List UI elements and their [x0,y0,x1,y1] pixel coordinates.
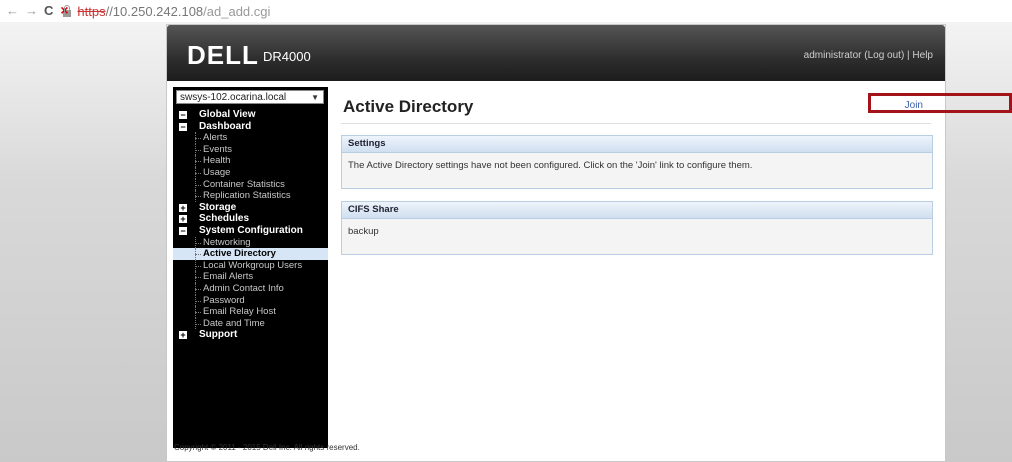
nav-active-directory[interactable]: Active Directory [173,248,328,260]
app-window: DELL DR4000 administrator (Log out) | He… [166,24,946,462]
dell-logo: DELL [187,40,259,70]
nav-tree: − Global View − Dashboard Alerts Events He… [173,109,328,341]
expand-icon[interactable]: + [179,215,187,224]
cifs-share-value: backup [348,226,379,237]
join-highlight-box [868,93,1012,113]
title-divider [341,123,931,124]
settings-panel-title: Settings [342,136,932,153]
system-select[interactable]: swsys-102.ocarina.local ▼ [176,90,324,104]
cifs-share-panel: CIFS Share backup [341,201,933,255]
nav-system-configuration[interactable]: − System Configuration [173,225,328,237]
nav-health[interactable]: Health [173,155,328,167]
reload-icon[interactable]: C [44,0,53,22]
copyright-footer: Copyright © 2011 - 2015 Dell Inc. All ri… [174,443,360,452]
nav-replication-statistics[interactable]: Replication Statistics [173,190,328,202]
nav-global-view[interactable]: − Global View [173,109,328,121]
cifs-share-panel-title: CIFS Share [342,202,932,219]
nav-dashboard[interactable]: − Dashboard [173,121,328,133]
nav-local-workgroup-users[interactable]: Local Workgroup Users [173,259,328,272]
model-name: DR4000 [263,49,311,64]
browser-toolbar: ← → C × https//10.250.242.108/ad_add.cgi [0,0,1012,22]
expand-icon[interactable]: + [179,203,187,212]
nav-networking[interactable]: Networking [173,236,328,249]
nav-admin-contact-info[interactable]: Admin Contact Info [173,282,328,295]
nav-container-statistics[interactable]: Container Statistics [173,178,328,191]
nav-date-and-time[interactable]: Date and Time [173,317,328,330]
nav-email-alerts[interactable]: Email Alerts [173,271,328,283]
address-bar[interactable]: https//10.250.242.108/ad_add.cgi [77,4,270,19]
nav-usage[interactable]: Usage [173,166,328,179]
main-content: Active Directory Join Settings The Activ… [335,87,937,448]
expand-icon[interactable]: + [179,331,187,340]
nav-email-relay-host[interactable]: Email Relay Host [173,306,328,318]
nav-alerts[interactable]: Alerts [173,132,328,144]
dropdown-arrow-icon: ▼ [311,93,319,102]
collapse-icon[interactable]: − [179,226,187,235]
settings-panel: Settings The Active Directory settings h… [341,135,933,189]
nav-storage[interactable]: + Storage [173,202,328,214]
forward-arrow-icon[interactable]: → [25,0,38,22]
nav-support[interactable]: + Support [173,329,328,341]
url-path: /ad_add.cgi [203,3,271,19]
url-scheme: https [77,3,106,19]
settings-panel-text: The Active Directory settings have not b… [348,160,753,171]
app-header: DELL DR4000 administrator (Log out) | He… [167,25,945,81]
insecure-lock-icon: × [60,3,73,17]
system-select-value: swsys-102.ocarina.local [180,92,287,103]
url-host: //10.250.242.108 [105,3,204,19]
back-arrow-icon[interactable]: ← [6,0,19,22]
nav-password[interactable]: Password [173,294,328,307]
collapse-icon[interactable]: − [179,122,187,131]
page-title: Active Directory [343,97,474,116]
nav-schedules[interactable]: + Schedules [173,213,328,225]
nav-events[interactable]: Events [173,143,328,156]
user-links[interactable]: administrator (Log out) | Help [804,50,933,61]
sidebar: swsys-102.ocarina.local ▼ − Global View −… [173,87,328,448]
collapse-icon[interactable]: − [179,111,187,120]
